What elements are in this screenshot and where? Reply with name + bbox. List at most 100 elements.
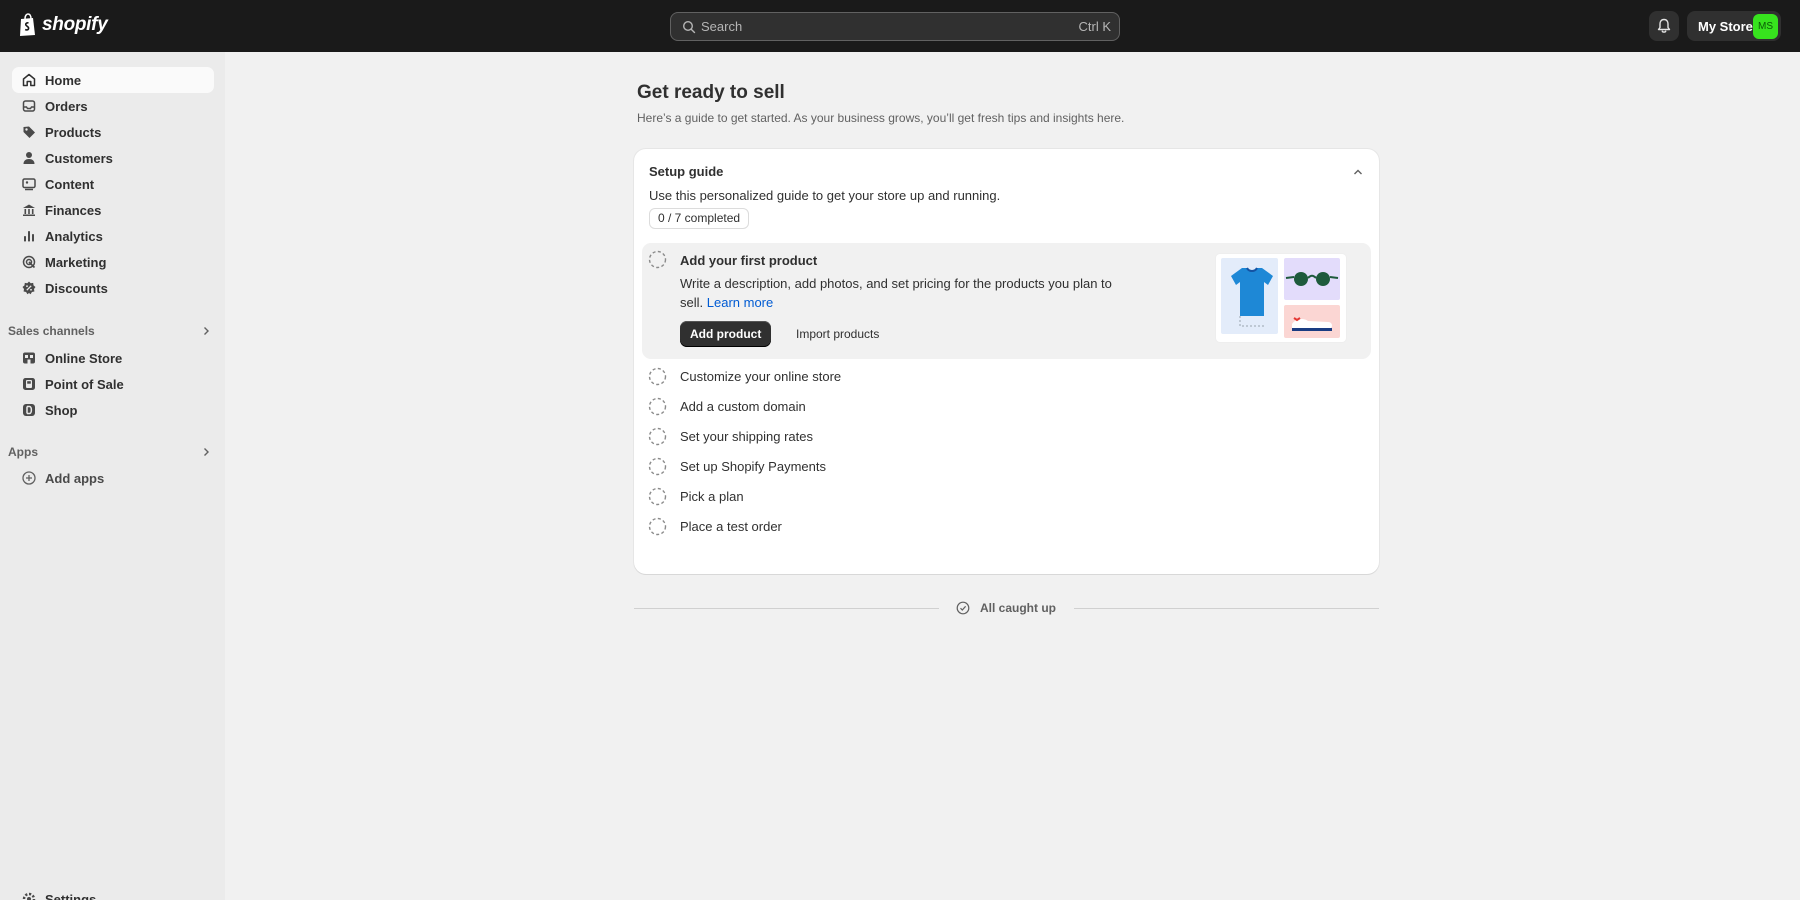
tag-icon [23, 126, 35, 138]
top-bar: shopify Search Ctrl K My Store MS [0, 0, 1800, 52]
incomplete-circle-icon[interactable] [648, 397, 667, 416]
bell-icon [1657, 18, 1671, 33]
sidebar-item-label: Settings [45, 892, 97, 900]
home-icon [22, 73, 36, 87]
search-input[interactable]: Search Ctrl K [670, 12, 1120, 41]
sidebar-item-label: Finances [45, 203, 102, 218]
notifications-button[interactable] [1649, 11, 1679, 41]
sidebar-item-content[interactable]: Content [12, 171, 214, 197]
sidebar-item-discounts[interactable]: Discounts [12, 275, 214, 301]
task-title: Add your first product [680, 253, 818, 268]
task-label: Pick a plan [680, 489, 744, 504]
sidebar-item-label: Orders [45, 99, 88, 114]
task-label: Customize your online store [680, 369, 842, 384]
section-label: Apps [8, 445, 38, 459]
discount-icon [22, 281, 36, 295]
sidebar-item-label: Analytics [45, 229, 103, 244]
incomplete-circle-icon[interactable] [648, 487, 667, 506]
bank-icon [23, 204, 35, 216]
chevron-up-icon[interactable] [1351, 165, 1365, 179]
task-shipping-rates[interactable]: Set your shipping rates [642, 422, 1371, 452]
page-title: Get ready to sell [637, 82, 785, 103]
sidebar-item-shop[interactable]: Shop [12, 397, 214, 423]
product-collage-image [1221, 258, 1340, 338]
task-add-first-product[interactable]: Add your first product Write a descripti… [642, 243, 1371, 359]
sidebar-item-online-store[interactable]: Online Store [12, 345, 214, 371]
incomplete-circle-icon[interactable] [648, 250, 667, 269]
sidebar-item-label: Products [45, 125, 102, 140]
task-label: Set your shipping rates [680, 429, 813, 444]
sidebar-item-settings[interactable]: Settings [12, 886, 214, 900]
gear-icon [22, 892, 36, 900]
all-caught-up-label: All caught up [980, 601, 1056, 615]
sidebar-item-label: Online Store [45, 351, 123, 366]
task-label: Place a test order [680, 519, 782, 534]
task-description: Write a description, add photos, and set… [680, 274, 1120, 312]
plus-circle-icon [22, 471, 36, 485]
sidebar: Home Orders Products Customers Content F… [0, 52, 225, 900]
incomplete-circle-icon[interactable] [648, 517, 667, 536]
task-label: Set up Shopify Payments [680, 459, 826, 474]
task-customize-online-store[interactable]: Customize your online store [642, 362, 1371, 392]
person-icon [23, 152, 35, 164]
search-icon [682, 20, 696, 34]
sidebar-item-point-of-sale[interactable]: Point of Sale [12, 371, 214, 397]
task-test-order[interactable]: Place a test order [642, 512, 1371, 542]
search-placeholder: Search [701, 19, 743, 34]
incomplete-circle-icon[interactable] [648, 457, 667, 476]
sidebar-item-products[interactable]: Products [12, 119, 214, 145]
chevron-right-icon [204, 327, 209, 335]
content-icon [22, 178, 36, 191]
setup-guide-title: Setup guide [649, 164, 724, 179]
setup-guide-description: Use this personalized guide to get your … [649, 188, 1001, 203]
store-menu-button[interactable]: My Store MS [1687, 11, 1781, 41]
sidebar-item-label: Marketing [45, 255, 107, 270]
sidebar-item-analytics[interactable]: Analytics [12, 223, 214, 249]
orders-icon [22, 100, 36, 112]
divider-line [634, 608, 939, 609]
setup-guide-card: Setup guide Use this personalized guide … [634, 149, 1379, 574]
store-name: My Store [1698, 19, 1753, 34]
apps-header[interactable]: Apps [8, 442, 212, 462]
sidebar-item-label: Add apps [45, 471, 105, 486]
avatar: MS [1753, 14, 1778, 39]
pos-icon [23, 378, 35, 390]
task-label: Add a custom domain [680, 399, 806, 414]
sidebar-item-customers[interactable]: Customers [12, 145, 214, 171]
sidebar-item-finances[interactable]: Finances [12, 197, 214, 223]
logo-text: shopify [42, 14, 108, 35]
product-illustration [1216, 254, 1346, 342]
sidebar-item-add-apps[interactable]: Add apps [12, 465, 214, 491]
incomplete-circle-icon[interactable] [648, 367, 667, 386]
sidebar-item-label: Shop [45, 403, 78, 418]
add-product-button[interactable]: Add product [680, 321, 772, 347]
shopify-logo[interactable]: shopify [18, 13, 108, 37]
sidebar-item-orders[interactable]: Orders [12, 93, 214, 119]
page-subtitle: Here’s a guide to get started. As your b… [637, 111, 1125, 125]
sidebar-item-home[interactable]: Home [12, 67, 214, 93]
incomplete-circle-icon[interactable] [648, 427, 667, 446]
chevron-right-icon [204, 448, 209, 456]
sidebar-item-label: Point of Sale [45, 377, 124, 392]
learn-more-link[interactable]: Learn more [707, 295, 773, 310]
sidebar-item-label: Home [45, 73, 82, 88]
shop-icon [23, 404, 35, 416]
store-icon [23, 352, 35, 364]
task-pick-plan[interactable]: Pick a plan [642, 482, 1371, 512]
task-shopify-payments[interactable]: Set up Shopify Payments [642, 452, 1371, 482]
import-products-button[interactable]: Import products [790, 321, 885, 347]
sidebar-item-label: Discounts [45, 281, 108, 296]
sales-channels-header[interactable]: Sales channels [8, 321, 212, 341]
sidebar-item-marketing[interactable]: Marketing [12, 249, 214, 275]
all-caught-up-divider: All caught up [634, 598, 1379, 618]
progress-badge: 0 / 7 completed [649, 208, 750, 229]
sidebar-item-label: Content [45, 177, 95, 192]
bar-chart-icon [24, 231, 34, 242]
sidebar-item-label: Customers [45, 151, 113, 166]
divider-line [1074, 608, 1379, 609]
check-circle-icon [956, 601, 970, 615]
task-add-custom-domain[interactable]: Add a custom domain [642, 392, 1371, 422]
target-icon [22, 255, 36, 269]
section-label: Sales channels [8, 324, 95, 338]
shopify-bag-icon [20, 13, 35, 36]
